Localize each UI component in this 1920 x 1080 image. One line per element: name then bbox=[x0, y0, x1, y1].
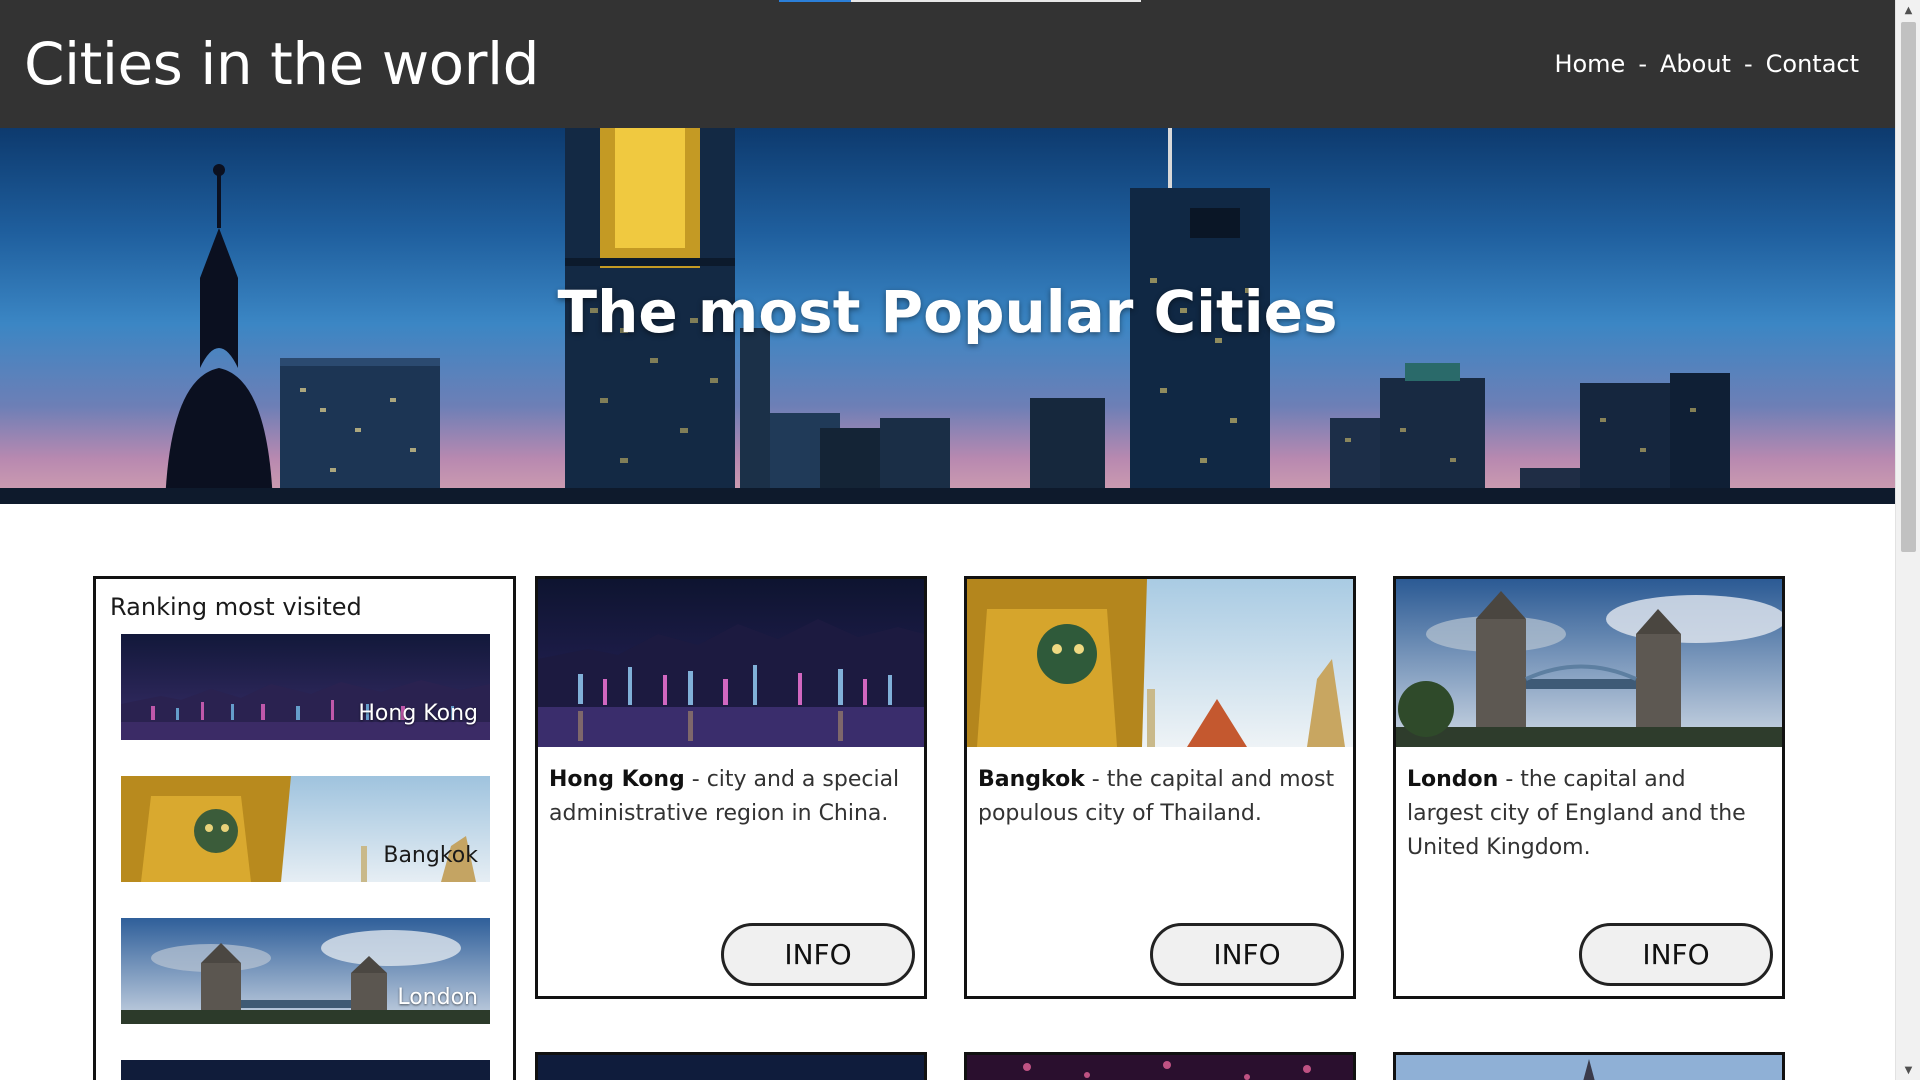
nav-about-link[interactable]: About bbox=[1660, 50, 1731, 78]
site-header: Cities in the world Home - About - Conta… bbox=[0, 0, 1895, 128]
city-card-bangkok: Bangkok - the capital and most populous … bbox=[964, 576, 1356, 999]
page-loading-bar bbox=[779, 0, 1141, 2]
ranking-item-london[interactable]: London bbox=[121, 918, 490, 1024]
info-button-hong-kong[interactable]: INFO bbox=[721, 923, 915, 986]
partial-thumbnail-image bbox=[121, 1060, 490, 1080]
ranking-item-hong-kong[interactable]: Hong Kong bbox=[121, 634, 490, 740]
nav-separator: - bbox=[1638, 50, 1647, 78]
city-card-partial bbox=[1393, 1052, 1785, 1080]
page-loading-bar-fill bbox=[779, 0, 852, 2]
city-card-partial bbox=[535, 1052, 927, 1080]
scrollbar-thumb[interactable] bbox=[1901, 22, 1916, 552]
ranking-panel: Ranking most visited Hong Kong Bangkok L… bbox=[93, 576, 516, 1080]
scroll-down-arrow-icon[interactable]: ▼ bbox=[1896, 1060, 1920, 1080]
card-city-name: Bangkok bbox=[978, 767, 1085, 792]
card-city-name: Hong Kong bbox=[549, 767, 685, 792]
ranking-item-partial[interactable] bbox=[121, 1060, 490, 1080]
scroll-up-arrow-icon[interactable]: ▲ bbox=[1896, 0, 1920, 20]
ranking-item-bangkok[interactable]: Bangkok bbox=[121, 776, 490, 882]
info-button-bangkok[interactable]: INFO bbox=[1150, 923, 1344, 986]
card-description: Hong Kong - city and a special administr… bbox=[549, 763, 909, 831]
nav-separator: - bbox=[1743, 50, 1753, 78]
main-nav: Home - About - Contact bbox=[1554, 50, 1859, 78]
city-card-hong-kong: Hong Kong - city and a special administr… bbox=[535, 576, 927, 999]
bangkok-card-image bbox=[967, 579, 1353, 747]
hero-banner: The most Popular Cities bbox=[0, 128, 1895, 504]
hero-title: The most Popular Cities bbox=[557, 278, 1338, 346]
hong-kong-card-image bbox=[538, 579, 924, 747]
ranking-item-label: Bangkok bbox=[383, 843, 478, 868]
card-description: Bangkok - the capital and most populous … bbox=[978, 763, 1338, 831]
nav-contact-link[interactable]: Contact bbox=[1766, 50, 1859, 78]
card-city-name: London bbox=[1407, 767, 1499, 792]
info-button-london[interactable]: INFO bbox=[1579, 923, 1773, 986]
city-card-partial bbox=[964, 1052, 1356, 1080]
london-card-image bbox=[1396, 579, 1782, 747]
ranking-item-label: Hong Kong bbox=[358, 701, 478, 726]
fireworks-partial-image bbox=[967, 1055, 1353, 1080]
page-scrollbar[interactable]: ▲ ▼ bbox=[1895, 0, 1920, 1080]
ranking-item-label: London bbox=[397, 985, 478, 1010]
paris-partial-image bbox=[1396, 1055, 1782, 1080]
city-card-london: London - the capital and largest city of… bbox=[1393, 576, 1785, 999]
nav-home-link[interactable]: Home bbox=[1554, 50, 1625, 78]
card-description: London - the capital and largest city of… bbox=[1407, 763, 1767, 865]
site-title: Cities in the world bbox=[24, 30, 539, 98]
ranking-title: Ranking most visited bbox=[110, 593, 362, 621]
